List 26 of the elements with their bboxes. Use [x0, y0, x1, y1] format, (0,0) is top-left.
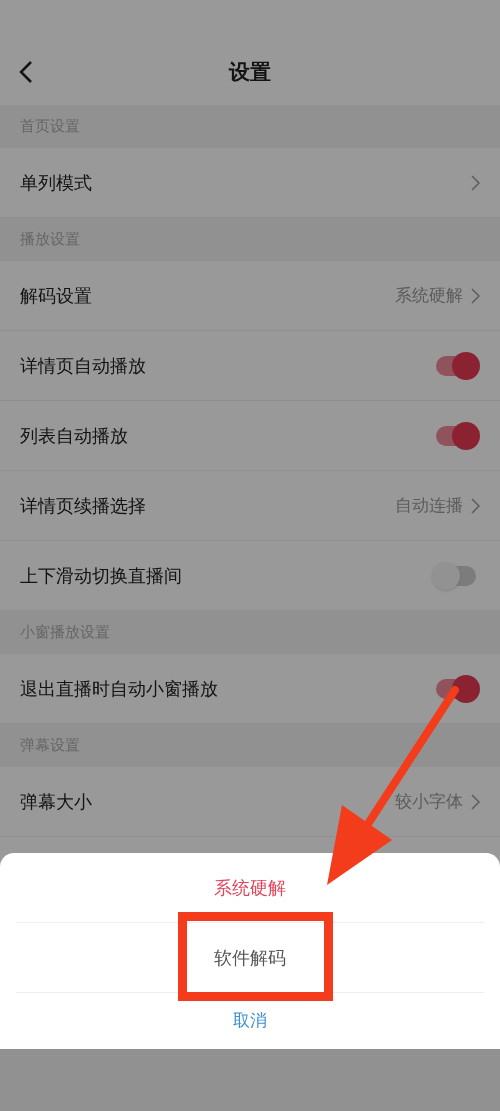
row-label: 详情页自动播放: [20, 354, 146, 378]
chevron-right-icon: [471, 497, 480, 514]
row-label: 退出直播时自动小窗播放: [20, 677, 218, 701]
row-value: 较小字体: [395, 789, 463, 813]
row-value: 自动连播: [395, 493, 463, 517]
settings-row[interactable]: 列表自动播放: [0, 401, 500, 471]
row-label: 上下滑动切换直播间: [20, 564, 182, 588]
settings-row[interactable]: 退出直播时自动小窗播放: [0, 654, 500, 724]
settings-row[interactable]: 详情页自动播放: [0, 331, 500, 401]
settings-row[interactable]: 上下滑动切换直播间: [0, 541, 500, 611]
settings-row[interactable]: 弹幕大小 较小字体: [0, 767, 500, 837]
row-label: 列表自动播放: [20, 424, 128, 448]
settings-row[interactable]: 详情页续播选择 自动连播: [0, 471, 500, 541]
cancel-button[interactable]: 取消: [0, 993, 500, 1049]
sheet-option[interactable]: 软件解码: [16, 923, 484, 993]
row-label: 解码设置: [20, 284, 92, 308]
settings-row[interactable]: 单列模式: [0, 148, 500, 218]
page-title: 设置: [229, 58, 271, 86]
chevron-right-icon: [471, 793, 480, 810]
row-label: 单列模式: [20, 171, 92, 195]
chevron-right-icon: [471, 174, 480, 191]
row-value: 系统硬解: [395, 283, 463, 307]
settings-row[interactable]: 解码设置 系统硬解: [0, 261, 500, 331]
row-label: 弹幕大小: [20, 790, 92, 814]
row-label: 详情页续播选择: [20, 494, 146, 518]
chevron-right-icon: [471, 287, 480, 304]
